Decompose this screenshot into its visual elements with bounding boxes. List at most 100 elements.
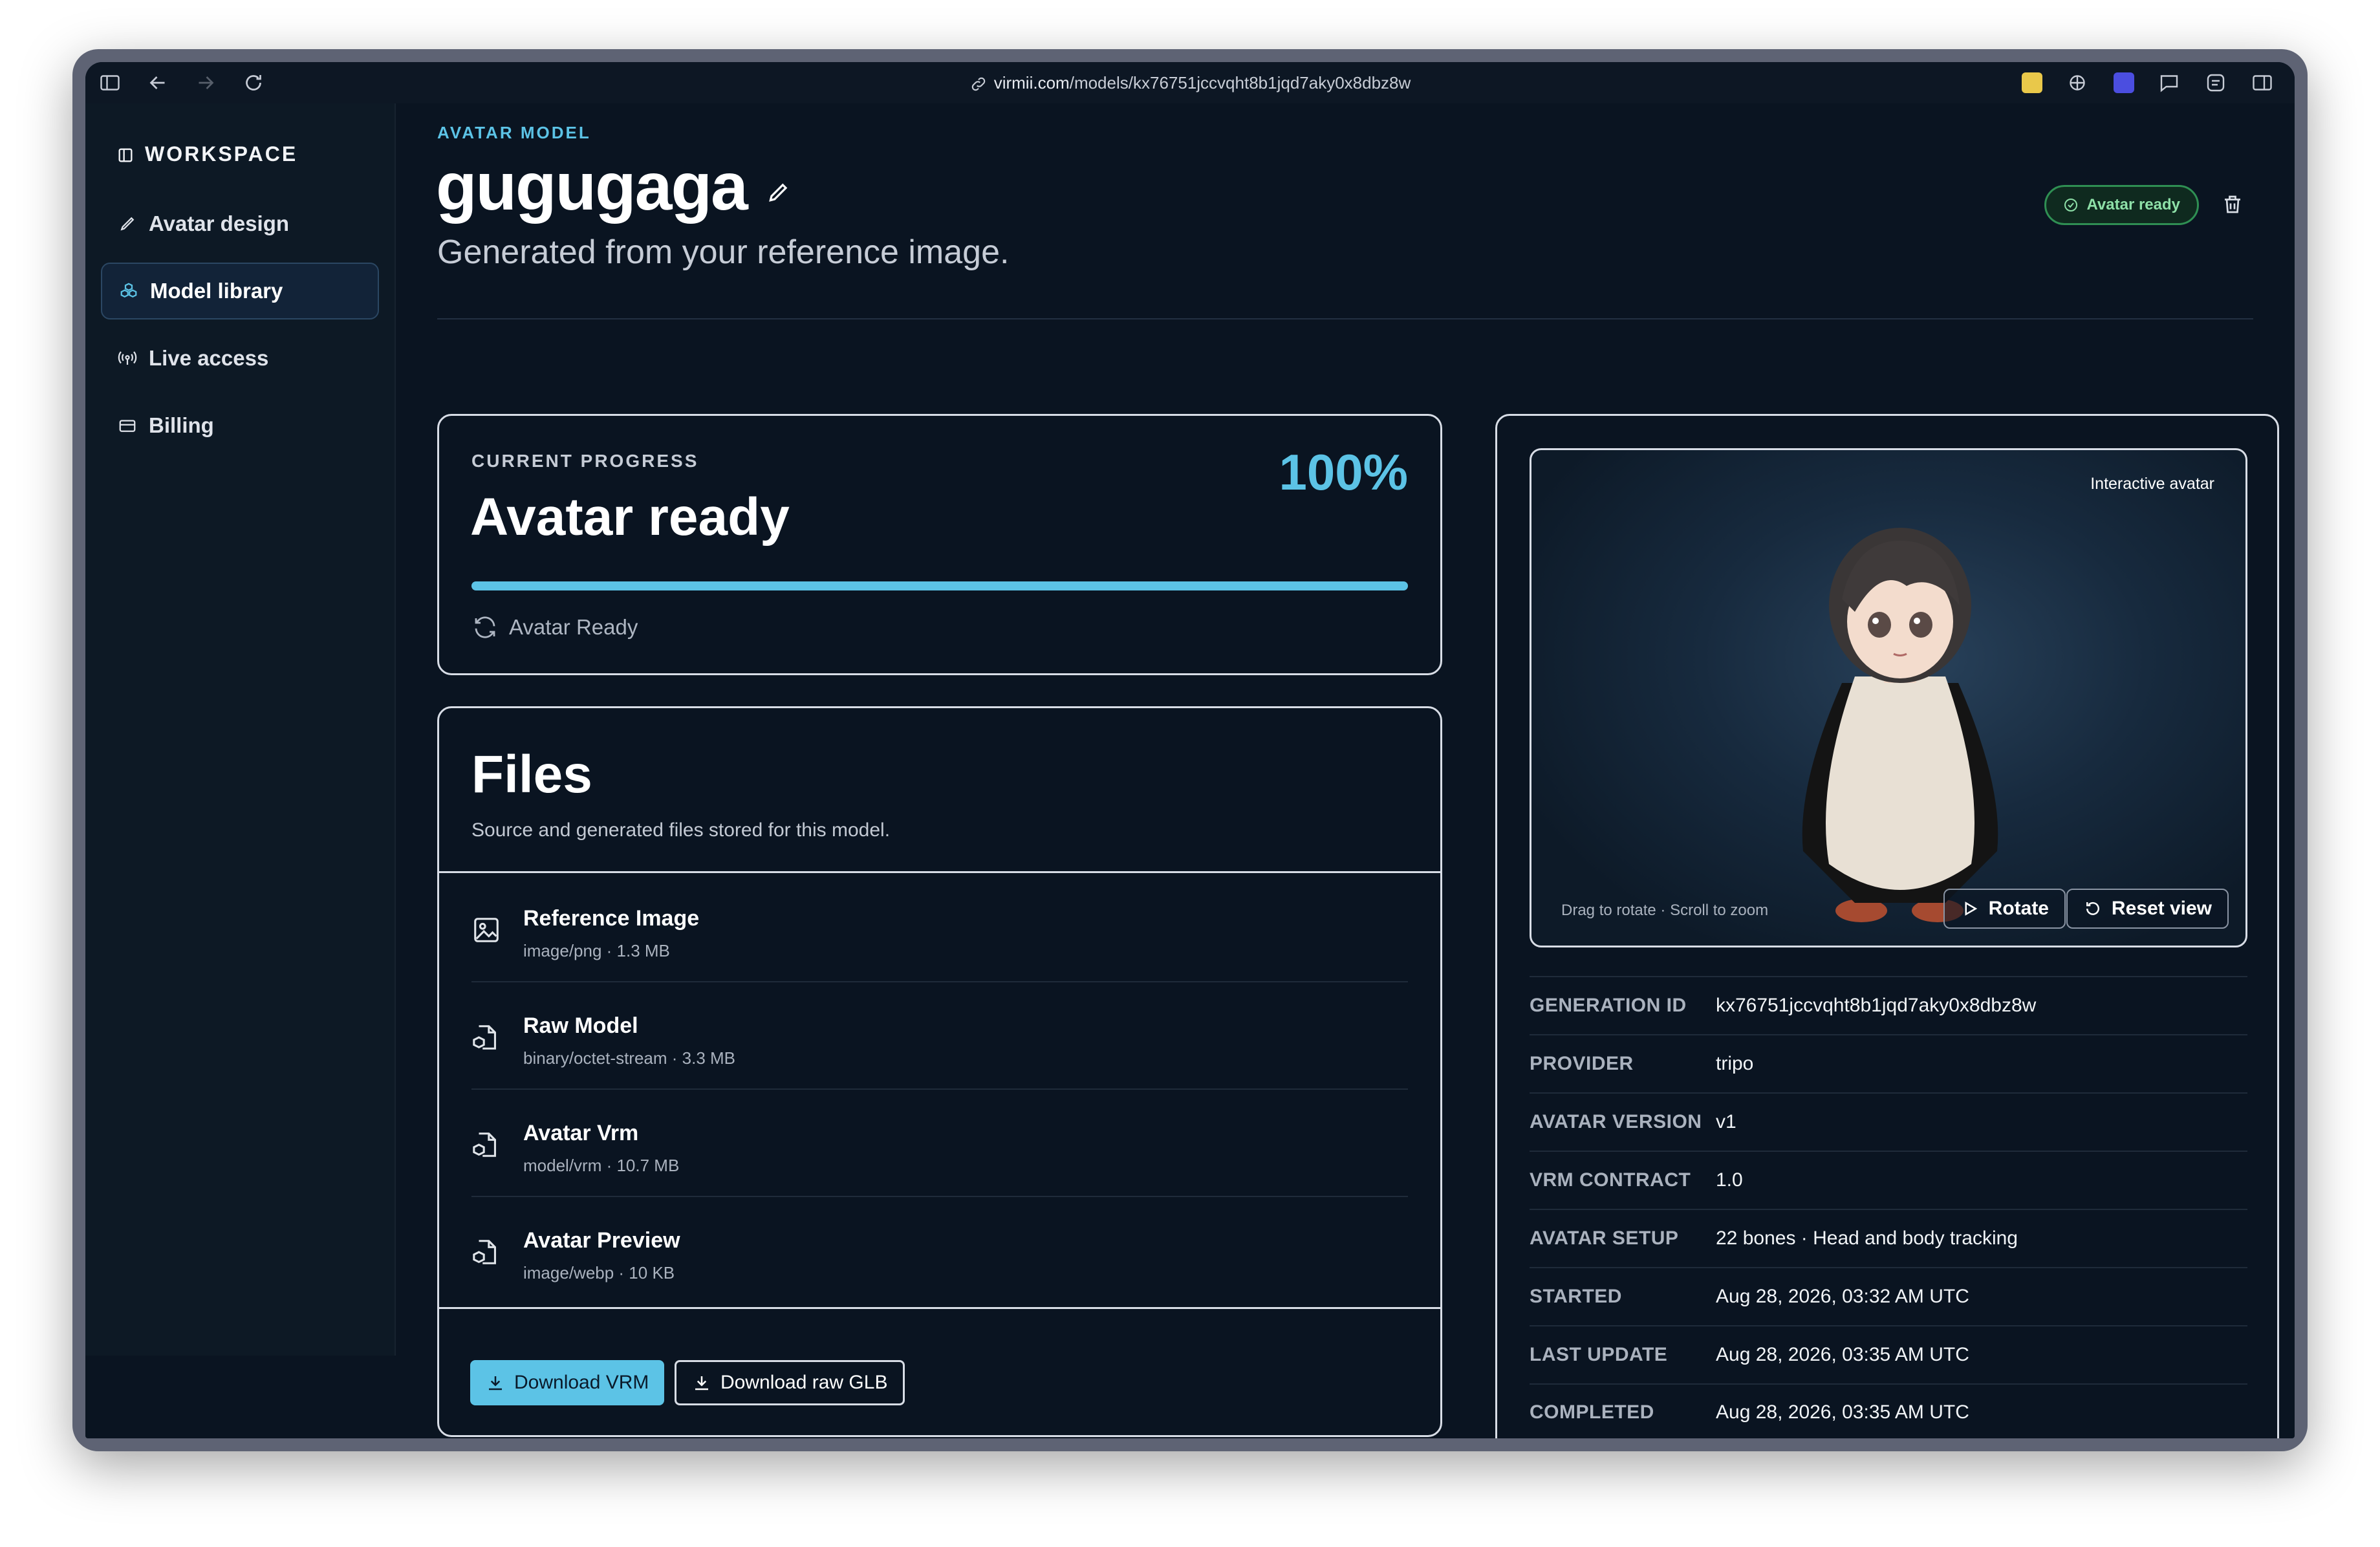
files-divider-top: [439, 871, 1440, 873]
browser-toolbar: virmii.com/models/kx76751jccvqht8b1jqd7a…: [85, 62, 2295, 103]
workspace-heading: WORKSPACE: [116, 142, 298, 166]
detail-key: COMPLETED: [1530, 1401, 1654, 1423]
extension-js-icon[interactable]: [2022, 72, 2042, 93]
page-eyebrow: AVATAR MODEL: [437, 123, 591, 142]
header-divider: [437, 318, 2253, 319]
detail-key: PROVIDER: [1530, 1053, 1634, 1074]
detail-row-completed: COMPLETED Aug 28, 2026, 03:35 AM UTC: [1530, 1383, 2247, 1438]
extension-list-icon[interactable]: [2204, 71, 2227, 94]
trash-icon[interactable]: [2221, 193, 2244, 216]
detail-value: Aug 28, 2026, 03:35 AM UTC: [1716, 1401, 1969, 1423]
page-title: gugugaga: [436, 149, 791, 226]
url-host: virmii.com: [993, 73, 1070, 92]
file-meta: binary/octet-stream · 3.3 MB: [523, 1048, 735, 1068]
progress-card: CURRENT PROGRESS 100% Avatar ready Avata…: [437, 414, 1442, 675]
file-name: Avatar Vrm: [523, 1121, 639, 1145]
file-meta: image/webp · 10 KB: [523, 1263, 675, 1282]
main-content: AVATAR MODEL gugugaga Generated from you…: [396, 103, 2295, 1438]
extension-openai-icon[interactable]: [2066, 71, 2089, 94]
detail-key: LAST UPDATE: [1530, 1344, 1668, 1365]
detail-key: VRM CONTRACT: [1530, 1169, 1691, 1191]
files-card: Files Source and generated files stored …: [437, 706, 1442, 1437]
address-bar[interactable]: virmii.com/models/kx76751jccvqht8b1jqd7a…: [85, 71, 2295, 94]
detail-key: STARTED: [1530, 1286, 1622, 1307]
sidebar: WORKSPACE Avatar design Model library Li…: [85, 103, 396, 1356]
file-name: Raw Model: [523, 1013, 638, 1038]
detail-row-last-update: LAST UPDATE Aug 28, 2026, 03:35 AM UTC: [1530, 1325, 2247, 1383]
viewer-hint: Drag to rotate · Scroll to zoom: [1561, 902, 1769, 919]
sidebar-item-avatar-design[interactable]: Avatar design: [101, 195, 379, 252]
detail-row-started: STARTED Aug 28, 2026, 03:32 AM UTC: [1530, 1267, 2247, 1325]
files-heading: Files: [471, 745, 592, 804]
check-circle-icon: [2064, 199, 2078, 211]
file-model-icon: [471, 1022, 501, 1052]
avatar-model-image[interactable]: [1777, 515, 2023, 929]
detail-value: 1.0: [1716, 1169, 1743, 1191]
progress-substatus: Avatar Ready: [471, 614, 638, 641]
split-view-icon[interactable]: [2251, 71, 2274, 94]
viewer-label: Interactive avatar: [2090, 475, 2214, 493]
reset-icon: [2086, 902, 2099, 915]
file-name: Avatar Preview: [523, 1228, 680, 1253]
download-icon: [695, 1376, 708, 1390]
files-divider-bottom: [439, 1307, 1440, 1309]
sidebar-item-label: Live access: [149, 346, 269, 370]
detail-value: kx76751jccvqht8b1jqd7aky0x8dbz8w: [1716, 995, 2037, 1016]
detail-row-generation-id: GENERATION ID kx76751jccvqht8b1jqd7aky0x…: [1530, 976, 2247, 1034]
edit-pencil-icon[interactable]: [766, 180, 791, 204]
url-path: /models/kx76751jccvqht8b1jqd7aky0x8dbz8w: [1069, 73, 1411, 92]
brush-icon: [120, 217, 135, 231]
file-row[interactable]: Raw Model binary/octet-stream · 3.3 MB: [471, 982, 1408, 1090]
sidebar-item-label: Model library: [150, 279, 283, 303]
file-model-icon: [471, 1237, 501, 1267]
extension-tdk-icon[interactable]: [2114, 72, 2134, 93]
card-icon: [119, 420, 136, 432]
detail-key: AVATAR VERSION: [1530, 1111, 1702, 1132]
detail-key: GENERATION ID: [1530, 995, 1687, 1016]
link-icon: [969, 75, 988, 93]
browser-screen: virmii.com/models/kx76751jccvqht8b1jqd7a…: [85, 62, 2295, 1438]
download-glb-button[interactable]: Download raw GLB: [675, 1360, 905, 1405]
sync-icon: [475, 616, 495, 638]
detail-value: Aug 28, 2026, 03:32 AM UTC: [1716, 1286, 1969, 1307]
progress-label: CURRENT PROGRESS: [471, 451, 699, 471]
detail-value: Aug 28, 2026, 03:35 AM UTC: [1716, 1344, 1969, 1365]
avatar-viewer[interactable]: Interactive avatar Drag to rotate · Scro…: [1530, 448, 2247, 947]
detail-value: tripo: [1716, 1053, 1754, 1074]
progress-status: Avatar ready: [470, 488, 790, 546]
file-model-icon: [471, 1130, 501, 1160]
detail-row-avatar-version: AVATAR VERSION v1: [1530, 1092, 2247, 1151]
file-row[interactable]: Reference Image image/png · 1.3 MB: [471, 875, 1408, 982]
page-subtitle: Generated from your reference image.: [437, 233, 1010, 271]
detail-row-vrm-contract: VRM CONTRACT 1.0: [1530, 1151, 2247, 1209]
download-icon: [489, 1376, 502, 1390]
detail-key: AVATAR SETUP: [1530, 1228, 1679, 1249]
progress-bar: [471, 581, 1408, 590]
broadcast-icon: [118, 351, 137, 365]
rotate-button[interactable]: Rotate: [1943, 889, 2066, 929]
avatar-details-card: Interactive avatar Drag to rotate · Scro…: [1495, 414, 2279, 1438]
model-name: gugugaga: [436, 149, 748, 224]
play-icon: [1965, 902, 1977, 916]
progress-bar-fill: [471, 581, 1408, 590]
sidebar-item-model-library[interactable]: Model library: [101, 263, 379, 319]
sidebar-item-billing[interactable]: Billing: [101, 397, 379, 454]
browser-window: virmii.com/models/kx76751jccvqht8b1jqd7a…: [72, 49, 2308, 1451]
detail-row-provider: PROVIDER tripo: [1530, 1034, 2247, 1092]
file-row[interactable]: Avatar Vrm model/vrm · 10.7 MB: [471, 1090, 1408, 1197]
file-meta: image/png · 1.3 MB: [523, 941, 670, 960]
sidebar-item-label: Billing: [149, 413, 214, 437]
file-row[interactable]: Avatar Preview image/webp · 10 KB: [471, 1197, 1408, 1304]
detail-value: v1: [1716, 1111, 1736, 1132]
file-name: Reference Image: [523, 906, 700, 931]
detail-row-avatar-setup: AVATAR SETUP 22 bones · Head and body tr…: [1530, 1209, 2247, 1267]
download-vrm-button[interactable]: Download VRM: [470, 1360, 665, 1405]
progress-percent: 100%: [1279, 444, 1409, 501]
extension-comment-icon[interactable]: [2158, 71, 2181, 94]
status-badge: Avatar ready: [2044, 185, 2199, 225]
sidebar-item-live-access[interactable]: Live access: [101, 330, 379, 387]
detail-value: 22 bones · Head and body tracking: [1716, 1228, 2018, 1249]
files-description: Source and generated files stored for th…: [471, 819, 891, 841]
cubes-icon: [120, 283, 137, 298]
reset-view-button[interactable]: Reset view: [2066, 889, 2229, 929]
